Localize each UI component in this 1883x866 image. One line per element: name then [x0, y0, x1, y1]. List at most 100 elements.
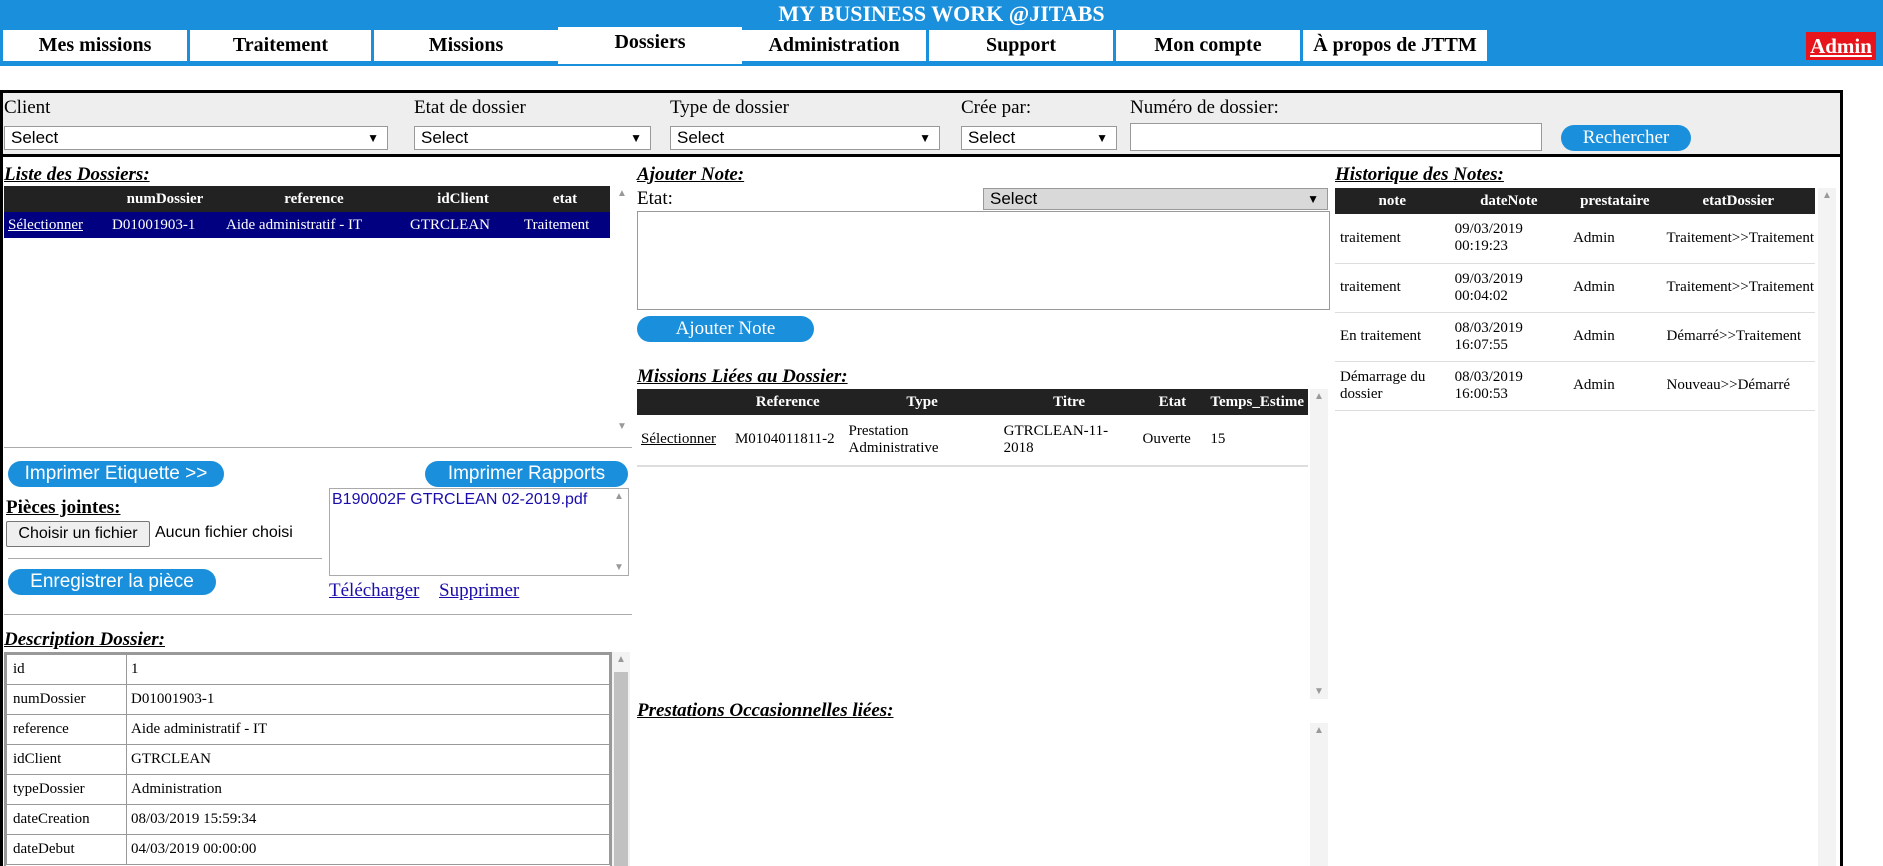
etat-dossier-select[interactable]: Select ▼: [414, 126, 651, 150]
cell-etatdossier: Traitement>>Traitement: [1666, 229, 1814, 246]
table-row[interactable]: En traitement 08/03/2019 16:07:55 Admin Dém…: [1335, 312, 1815, 361]
col-header-select: [4, 186, 108, 212]
client-select-value: Select: [11, 128, 59, 147]
description-table: id 1 numDossier D01001903-1 reference Aide ad…: [6, 654, 610, 865]
col-header-etat: Etat: [1138, 389, 1207, 415]
table-row[interactable]: Sélectionner M0104011811-2 Prestation Ad…: [637, 415, 1308, 465]
pieces-jointes-label: Pièces jointes:: [6, 497, 121, 518]
select-link[interactable]: Sélectionner: [8, 217, 83, 233]
tab-mes-missions[interactable]: Mes missions: [3, 30, 187, 61]
divider: [637, 466, 1308, 467]
scroll-down-icon[interactable]: ▼: [613, 421, 631, 432]
chevron-down-icon: ▼: [919, 131, 931, 145]
cell-etat: Traitement: [524, 216, 590, 233]
cell-temps: 15: [1210, 431, 1226, 448]
description-dossier-title: Description Dossier:: [4, 629, 165, 650]
choose-file-button[interactable]: Choisir un fichier: [6, 521, 150, 547]
cell-datenote: 08/03/2019 16:00:53: [1454, 368, 1523, 402]
cell-type: Prestation Administrative: [848, 422, 939, 456]
col-header-numdossier: numDossier: [108, 186, 222, 212]
description-value: 04/03/2019 00:00:00: [126, 834, 610, 865]
attachments-scrollbar[interactable]: ▲ ▼: [610, 489, 628, 575]
cell-etatdossier: Démarré>>Traitement: [1666, 328, 1802, 344]
tab-administration[interactable]: Administration: [742, 30, 926, 61]
description-row: numDossier D01001903-1: [6, 684, 610, 715]
divider: [4, 447, 632, 448]
imprimer-etiquette-button[interactable]: Imprimer Etiquette >>: [8, 461, 224, 487]
tab-support[interactable]: Support: [929, 30, 1113, 61]
admin-link[interactable]: Admin: [1806, 32, 1876, 60]
missions-table: Reference Type Titre Etat Temps_Estime S…: [637, 389, 1308, 466]
table-row[interactable]: Démarrage du dossier 08/03/2019 16:00:53 A…: [1335, 361, 1815, 410]
type-dossier-select[interactable]: Select ▼: [670, 126, 940, 150]
telecharger-link[interactable]: Télécharger: [329, 580, 419, 602]
chevron-down-icon: ▼: [1307, 192, 1319, 206]
liste-scrollbar[interactable]: ▲ ▼: [613, 186, 631, 434]
scroll-up-icon[interactable]: ▲: [612, 654, 630, 665]
type-select-value: Select: [677, 128, 725, 147]
numero-dossier-input[interactable]: [1130, 123, 1542, 151]
col-header-select: [637, 389, 731, 415]
scroll-up-icon[interactable]: ▲: [610, 491, 628, 502]
missions-scrollbar[interactable]: ▲ ▼: [1310, 389, 1328, 699]
etat-select-value: Select: [421, 128, 469, 147]
select-link[interactable]: Sélectionner: [641, 431, 716, 447]
etat-dossier-label: Etat de dossier: [414, 97, 526, 118]
description-panel: id 1 numDossier D01001903-1 reference Aide ad…: [4, 652, 612, 866]
client-select[interactable]: Select ▼: [4, 126, 388, 150]
tab-mon-compte[interactable]: Mon compte: [1116, 30, 1300, 61]
cell-prestataire: Admin: [1573, 279, 1615, 295]
historique-scrollbar[interactable]: ▲: [1818, 188, 1836, 866]
table-row[interactable]: traitement 09/03/2019 00:19:23 Admin Traite…: [1335, 214, 1815, 263]
table-row[interactable]: traitement 09/03/2019 00:04:02 Admin Traite…: [1335, 263, 1815, 312]
col-header-prestataire: prestataire: [1568, 188, 1662, 214]
missions-liees-title: Missions Liées au Dossier:: [637, 366, 848, 387]
description-value: D01001903-1: [126, 684, 610, 715]
col-header-datenote: dateNote: [1449, 188, 1569, 214]
description-key: dateDebut: [6, 834, 127, 865]
note-etat-select[interactable]: Select ▼: [983, 188, 1328, 210]
cell-prestataire: Admin: [1573, 229, 1615, 246]
cell-note: traitement: [1340, 279, 1401, 295]
description-scrollbar[interactable]: ▲: [612, 652, 630, 866]
prestations-scrollbar[interactable]: ▲: [1310, 723, 1328, 866]
cell-prestataire: Admin: [1573, 377, 1615, 393]
numero-dossier-label: Numéro de dossier:: [1130, 97, 1279, 118]
cell-etatdossier: Traitement>>Traitement: [1666, 279, 1814, 295]
cell-note: Démarrage du dossier: [1340, 368, 1426, 402]
imprimer-rapports-button[interactable]: Imprimer Rapports: [425, 461, 628, 487]
scroll-down-icon[interactable]: ▼: [1310, 686, 1328, 697]
table-row[interactable]: Sélectionner D01001903-1 Aide administra…: [4, 212, 610, 238]
ajouter-note-button[interactable]: Ajouter Note: [637, 316, 814, 342]
enregistrer-piece-button[interactable]: Enregistrer la pièce: [8, 569, 216, 595]
description-row: typeDossier Administration: [6, 774, 610, 805]
note-textarea[interactable]: [637, 211, 1330, 310]
scroll-thumb[interactable]: [614, 672, 628, 866]
supprimer-link[interactable]: Supprimer: [439, 580, 519, 602]
scroll-up-icon[interactable]: ▲: [1310, 725, 1328, 736]
description-value: 1: [126, 654, 610, 685]
col-header-reference: reference: [222, 186, 406, 212]
liste-dossiers-table: numDossier reference idClient etat Sélec…: [4, 186, 610, 238]
prestations-title: Prestations Occasionnelles liées:: [637, 700, 894, 721]
scroll-up-icon[interactable]: ▲: [1818, 190, 1836, 201]
type-dossier-label: Type de dossier: [670, 97, 789, 118]
tab-traitement[interactable]: Traitement: [190, 30, 371, 61]
attachment-item[interactable]: B190002F GTRCLEAN 02-2019.pdf: [332, 491, 587, 509]
no-file-text: Aucun fichier choisi: [155, 524, 293, 541]
cell-etatdossier: Nouveau>>Démarré: [1666, 377, 1791, 393]
tab-missions[interactable]: Missions: [374, 30, 558, 61]
cree-par-select[interactable]: Select ▼: [961, 126, 1117, 150]
description-row: idClient GTRCLEAN: [6, 744, 610, 775]
description-key: typeDossier: [6, 774, 127, 805]
divider: [8, 558, 322, 559]
tab-dossiers[interactable]: Dossiers: [558, 27, 742, 64]
scroll-up-icon[interactable]: ▲: [613, 188, 631, 199]
col-header-idclient: idClient: [406, 186, 520, 212]
rechercher-button[interactable]: Rechercher: [1561, 125, 1691, 151]
scroll-up-icon[interactable]: ▲: [1310, 391, 1328, 402]
scroll-down-icon[interactable]: ▼: [610, 562, 628, 573]
description-key: id: [6, 654, 127, 685]
tab-a-propos[interactable]: À propos de JTTM: [1303, 30, 1487, 61]
chevron-down-icon: ▼: [1096, 131, 1108, 145]
